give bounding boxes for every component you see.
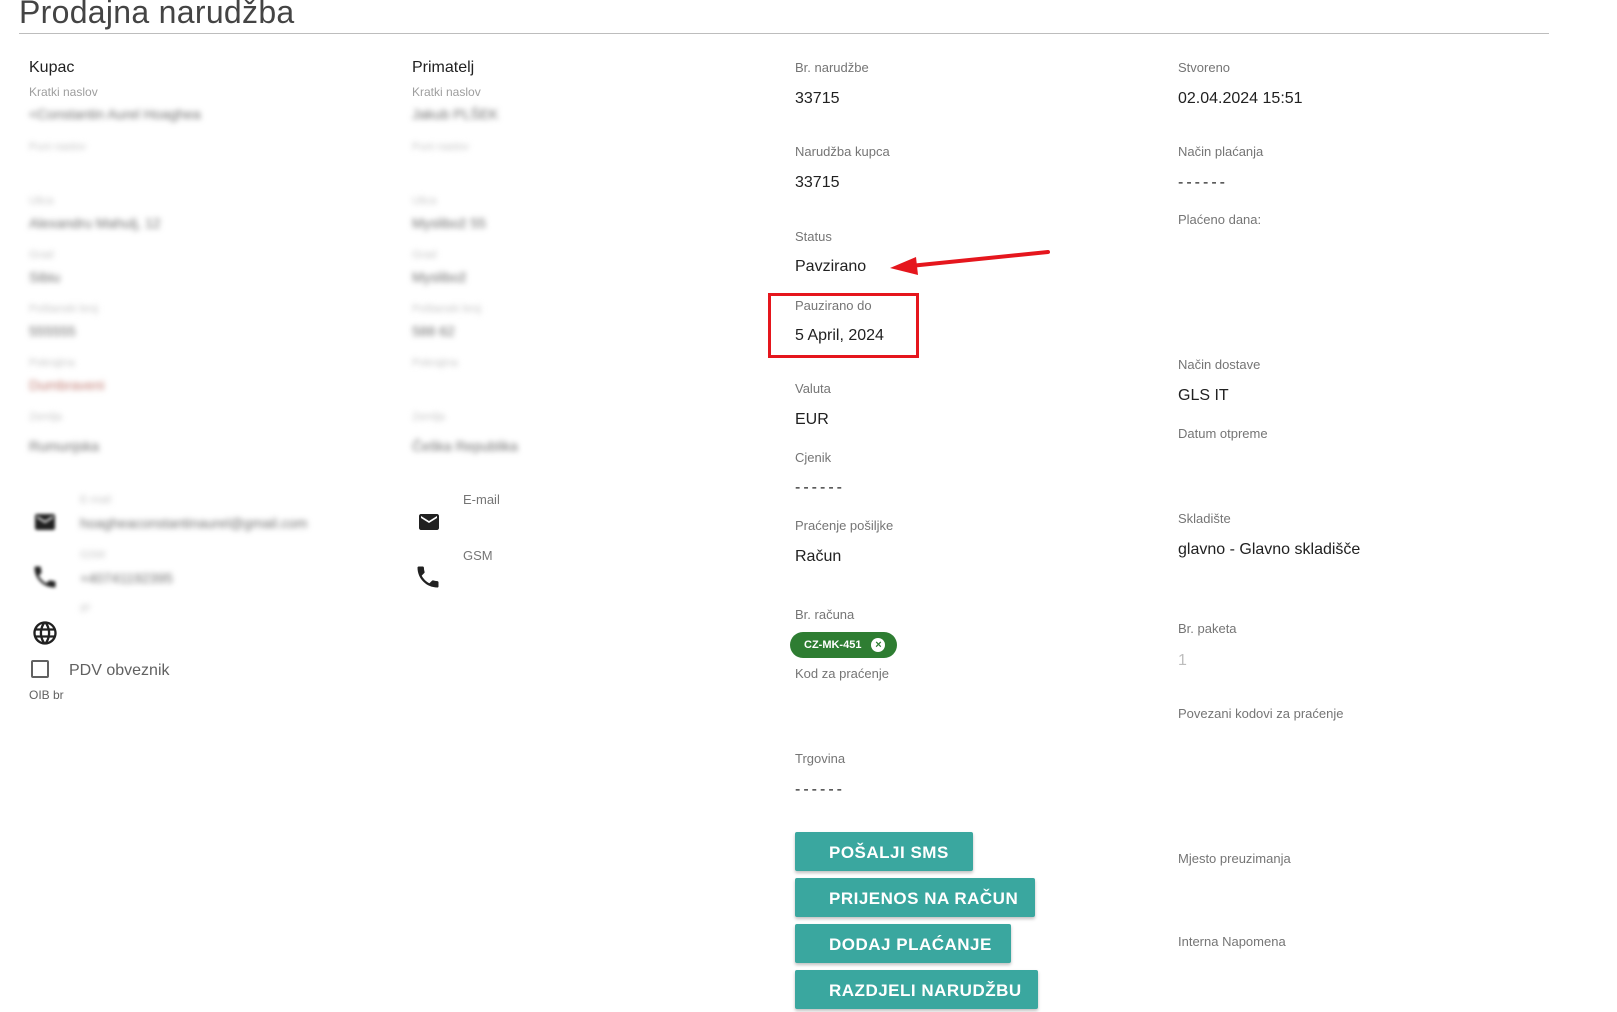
customer-gsm[interactable]: +40741192395 <box>80 570 173 586</box>
warehouse-label: Skladište <box>1178 511 1231 526</box>
customer-postal[interactable]: 555555 <box>29 323 76 339</box>
vat-label: PDV obveznik <box>69 662 170 679</box>
annotation-arrow <box>890 250 1050 275</box>
highlight-box <box>768 293 919 358</box>
customer-country-label: Zemlja <box>29 411 63 423</box>
recipient-postal[interactable]: 588 62 <box>412 323 455 339</box>
recipient-street-label: Ulica <box>412 195 437 207</box>
chip-close-icon[interactable]: × <box>871 638 886 652</box>
customer-city[interactable]: Sibiu <box>29 269 60 285</box>
recipient-postal-label: Poštanski broj <box>412 303 482 315</box>
status-label: Status <box>795 229 832 244</box>
customer-header: Kupac <box>29 59 75 76</box>
order-no-value: 33715 <box>795 90 840 107</box>
warehouse-value[interactable]: glavno - Glavno skladišče <box>1178 541 1360 559</box>
paid-on-label: Plaćeno dana: <box>1178 212 1262 227</box>
payment-method-value[interactable]: ------ <box>1178 174 1228 192</box>
add-payment-button[interactable]: DODAJ PLAĆANJE <box>795 924 1011 963</box>
page-title: Prodajna narudžba <box>19 0 295 30</box>
internal-note-label: Interna Napomena <box>1178 934 1286 949</box>
linked-codes-label: Povezani kodovi za praćenje <box>1178 706 1344 721</box>
customer-email[interactable]: hoagheaconstantinaurel@gmail.com <box>80 515 307 531</box>
recipient-gsm-label: GSM <box>463 548 493 563</box>
recipient-region-label: Pokrajina <box>412 357 458 369</box>
split-order-button[interactable]: RAZDJELI NARUDŽBU <box>795 970 1038 1009</box>
send-sms-button[interactable]: POŠALJI SMS <box>795 832 973 871</box>
store-value[interactable]: ------ <box>795 781 845 799</box>
customer-full-title-label: Puni naslov <box>29 141 86 153</box>
order-no-label: Br. narudžbe <box>795 60 869 75</box>
oib-label: OIB br <box>29 688 64 702</box>
customer-street[interactable]: Alexandru Mahulj, 12 <box>29 215 161 231</box>
recipient-header: Primatelj <box>412 59 475 76</box>
recipient-short-title-label: Kratki naslov <box>412 85 481 99</box>
packages-value[interactable]: 1 <box>1178 652 1187 670</box>
globe-icon[interactable] <box>31 619 59 647</box>
title-divider <box>19 33 1549 34</box>
customer-region-label: Pokrajina <box>29 357 75 369</box>
invoice-chip[interactable]: CZ-MK-451 × <box>790 632 898 658</box>
transfer-to-invoice-button[interactable]: PRIJENOS NA RAČUN <box>795 878 1035 917</box>
recipient-short-title[interactable]: Jakub PLŠEK <box>412 106 498 122</box>
customer-country[interactable]: Rumunjska <box>29 438 99 454</box>
recipient-city[interactable]: Myslibož <box>412 269 466 285</box>
phone-icon[interactable] <box>414 563 442 591</box>
pricelist-label: Cjenik <box>795 450 832 465</box>
email-icon[interactable] <box>30 510 60 534</box>
tracking-label: Praćenje pošiljke <box>795 518 894 533</box>
customer-city-label: Grad <box>29 249 54 261</box>
pricelist-value[interactable]: ------ <box>795 479 845 497</box>
customer-street-label: Ulica <box>29 195 54 207</box>
tracking-code-label: Kod za praćenje <box>795 666 889 681</box>
recipient-country-label: Zemlja <box>412 411 446 423</box>
customer-email-label: E-mail <box>80 494 112 506</box>
recipient-full-title-label: Puni naslov <box>412 141 469 153</box>
delivery-method-label: Način dostave <box>1178 357 1261 372</box>
recipient-city-label: Grad <box>412 249 437 261</box>
recipient-email-label: E-mail <box>463 492 500 507</box>
email-icon[interactable] <box>414 510 444 534</box>
recipient-street[interactable]: Myslibož 55 <box>412 215 486 231</box>
invoice-no-label: Br. računa <box>795 607 855 622</box>
customer-gsm-label: GSM <box>80 549 106 561</box>
customer-order-label: Narudžba kupca <box>795 144 890 159</box>
created-label: Stvoreno <box>1178 60 1231 75</box>
status-value[interactable]: Pavzirano <box>795 258 866 276</box>
packages-label: Br. paketa <box>1178 621 1237 636</box>
store-label: Trgovina <box>795 751 846 766</box>
customer-short-title-label: Kratki naslov <box>29 85 98 99</box>
customer-region[interactable]: Dumbraveni <box>29 377 104 393</box>
customer-order-value: 33715 <box>795 174 840 191</box>
pickup-label: Mjesto preuzimanja <box>1178 851 1291 866</box>
payment-method-label: Način plaćanja <box>1178 144 1264 159</box>
customer-ip-label: IP <box>80 603 91 615</box>
ship-date-label: Datum otpreme <box>1178 426 1268 441</box>
currency-value[interactable]: EUR <box>795 411 829 429</box>
invoice-chip-label: CZ-MK-451 <box>804 639 862 651</box>
customer-postal-label: Poštanski broj <box>29 303 99 315</box>
vat-checkbox[interactable] <box>31 660 49 678</box>
created-value: 02.04.2024 15:51 <box>1178 90 1303 107</box>
phone-icon[interactable] <box>31 563 59 591</box>
recipient-country[interactable]: Češka Republika <box>412 438 518 454</box>
customer-short-title[interactable]: <Constantin Aurel Hoaghea <box>29 106 201 122</box>
delivery-method-value[interactable]: GLS IT <box>1178 387 1229 405</box>
currency-label: Valuta <box>795 381 831 396</box>
tracking-value[interactable]: Račun <box>795 548 841 566</box>
